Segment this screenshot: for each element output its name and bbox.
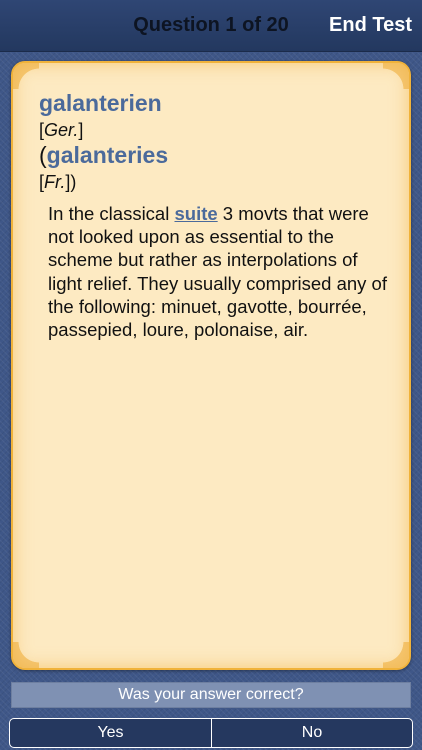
- definition-text: In the classical suite 3 movts that were…: [48, 202, 388, 341]
- flashcard: galanterien [Ger.] (galanteries [Fr.]) I…: [11, 61, 411, 670]
- suite-link[interactable]: suite: [174, 203, 217, 224]
- bracket-close: ]: [78, 120, 84, 140]
- term-language: [Ger.]: [39, 120, 83, 141]
- nav-bar: Question 1 of 20 End Test: [0, 0, 422, 52]
- bracket-close: ]): [65, 172, 77, 192]
- paren-open: (: [39, 142, 47, 168]
- answer-question-bar: Was your answer correct?: [11, 682, 411, 708]
- card-corner-ornament: [13, 642, 39, 668]
- card-corner-ornament: [383, 642, 409, 668]
- end-test-button[interactable]: End Test: [329, 14, 412, 37]
- card-corner-ornament: [383, 63, 409, 89]
- alternate-term-language: [Fr.]): [39, 172, 76, 193]
- card-corner-ornament: [13, 63, 39, 89]
- language-abbrev: Fr.: [44, 172, 66, 192]
- yes-button[interactable]: Yes: [9, 718, 212, 748]
- no-button[interactable]: No: [211, 718, 413, 748]
- alternate-term-line: (galanteries: [39, 142, 168, 169]
- language-abbrev: Ger.: [44, 120, 79, 140]
- alternate-term: galanteries: [46, 142, 169, 168]
- definition-before: In the classical: [48, 203, 175, 224]
- term-title: galanterien: [39, 90, 162, 116]
